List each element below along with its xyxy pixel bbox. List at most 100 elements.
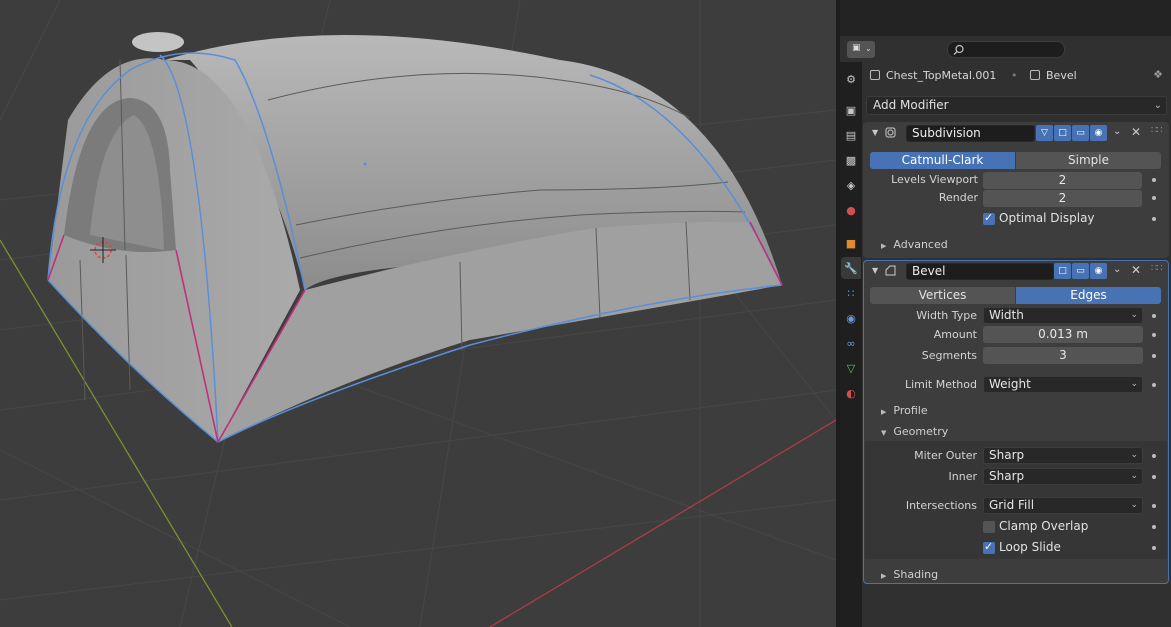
- expand-caret-icon: ▶: [881, 408, 887, 416]
- chevron-down-icon[interactable]: ⌄: [1113, 126, 1121, 137]
- amount-field[interactable]: 0.013 m: [983, 326, 1143, 343]
- shading-subpanel-header[interactable]: ▶ Shading: [881, 568, 938, 581]
- keyframe-dot[interactable]: [1152, 504, 1156, 508]
- tab-object-data[interactable]: ▽: [841, 357, 861, 379]
- tab-scene[interactable]: ◈: [841, 174, 861, 196]
- tab-particles[interactable]: ∷: [841, 282, 861, 304]
- edit-mode-toggle[interactable]: □: [1054, 125, 1071, 141]
- tab-physics[interactable]: ◉: [841, 307, 861, 329]
- tab-view-layer[interactable]: ▩: [841, 149, 861, 171]
- subdivision-name-field[interactable]: Subdivision: [906, 125, 1035, 142]
- viewport-toggle[interactable]: ▭: [1072, 125, 1089, 141]
- editor-type-button[interactable]: ▣ ⌄: [847, 41, 875, 58]
- collapse-caret-icon[interactable]: ▼: [872, 266, 878, 275]
- tab-material[interactable]: ◐: [841, 382, 861, 404]
- edit-mode-icon: □: [1058, 128, 1067, 138]
- object-data-icon: ▽: [846, 361, 856, 375]
- geometry-label: Geometry: [893, 425, 949, 438]
- keyframe-dot[interactable]: [1152, 475, 1156, 479]
- viewport-scene[interactable]: [0, 0, 836, 627]
- advanced-subpanel-header[interactable]: ▶ Advanced: [881, 238, 948, 251]
- catmull-clark-option[interactable]: Catmull-Clark: [870, 152, 1015, 169]
- viewport-toggle[interactable]: ▭: [1072, 263, 1089, 279]
- bevel-name-field[interactable]: Bevel: [906, 263, 1054, 280]
- 3d-viewport[interactable]: [0, 0, 836, 627]
- inner-miter-dropdown[interactable]: Sharp ⌄: [983, 468, 1143, 485]
- keyframe-dot[interactable]: [1152, 354, 1156, 358]
- clamp-overlap-label: Clamp Overlap: [999, 519, 1089, 533]
- levels-viewport-field[interactable]: 2: [983, 172, 1142, 189]
- tab-output[interactable]: ▤: [841, 124, 861, 146]
- optimal-display-checkbox[interactable]: [983, 211, 995, 225]
- subdivision-icon: [885, 127, 896, 138]
- close-icon[interactable]: ✕: [1131, 125, 1141, 139]
- segments-field[interactable]: 3: [983, 347, 1143, 364]
- tab-modifiers[interactable]: 🔧: [841, 257, 861, 279]
- close-icon[interactable]: ✕: [1131, 263, 1141, 277]
- object-icon: ■: [845, 236, 857, 250]
- tool-icon: ⚙: [846, 72, 856, 86]
- pin-icon[interactable]: ❖: [1153, 68, 1163, 81]
- mesh-chest-top-metal[interactable]: [47, 32, 783, 443]
- collapse-caret-icon: ▼: [881, 429, 887, 437]
- camera-icon: ◉: [1094, 266, 1103, 276]
- drag-handle-icon[interactable]: ∷∷: [1151, 125, 1163, 136]
- keyframe-dot[interactable]: [1152, 333, 1156, 337]
- scene-icon: ◈: [846, 178, 856, 192]
- on-cage-toggle[interactable]: ▽: [1036, 125, 1053, 141]
- chevron-down-icon: ⌄: [1130, 310, 1138, 320]
- clamp-overlap-checkbox[interactable]: [983, 521, 995, 533]
- keyframe-dot[interactable]: [1152, 196, 1156, 200]
- width-type-dropdown[interactable]: Width ⌄: [983, 307, 1143, 324]
- vertices-option[interactable]: Vertices: [870, 287, 1015, 304]
- tab-object[interactable]: ■: [841, 232, 861, 254]
- simple-option[interactable]: Simple: [1015, 152, 1161, 169]
- bevel-header[interactable]: ▼ Bevel □ ▭ ◉ ⌄ ✕ ∷∷: [864, 261, 1168, 283]
- amount-label: Amount: [933, 328, 977, 341]
- modifier-context-name: Bevel: [1046, 69, 1077, 82]
- loop-slide-label: Loop Slide: [999, 540, 1061, 554]
- miter-outer-value: Sharp: [989, 448, 1025, 462]
- add-modifier-button[interactable]: Add Modifier ⌄: [866, 96, 1167, 115]
- camera-icon: ◉: [1094, 128, 1103, 138]
- keyframe-dot[interactable]: [1152, 454, 1156, 458]
- tab-world[interactable]: ●: [841, 199, 861, 221]
- chevron-down-icon: ⌄: [1130, 500, 1138, 510]
- keyframe-dot[interactable]: [1152, 383, 1156, 387]
- chevron-down-icon[interactable]: ⌄: [1113, 264, 1121, 275]
- add-modifier-label: Add Modifier: [873, 98, 949, 112]
- edit-mode-toggle[interactable]: □: [1054, 263, 1071, 279]
- render-toggle[interactable]: ◉: [1090, 263, 1107, 279]
- keyframe-dot[interactable]: [1152, 217, 1156, 221]
- profile-subpanel-header[interactable]: ▶ Profile: [881, 404, 928, 417]
- geometry-subpanel-header[interactable]: ▼ Geometry: [881, 425, 948, 438]
- collapse-caret-icon[interactable]: ▼: [872, 128, 878, 137]
- keyframe-dot[interactable]: [1152, 525, 1156, 529]
- tab-constraints[interactable]: ∞: [841, 332, 861, 354]
- inner-miter-value: Sharp: [989, 469, 1025, 483]
- edges-option[interactable]: Edges: [1015, 287, 1161, 304]
- physics-icon: ◉: [846, 311, 856, 325]
- render-levels-field[interactable]: 2: [983, 190, 1142, 207]
- render-toggle[interactable]: ◉: [1090, 125, 1107, 141]
- loop-slide-checkbox[interactable]: [983, 540, 995, 554]
- breadcrumb-object: Chest_TopMetal.001: [870, 69, 996, 82]
- x-axis-line: [489, 419, 836, 627]
- render-levels-label: Render: [938, 191, 978, 204]
- breadcrumb-separator: •: [1011, 69, 1018, 82]
- limit-method-dropdown[interactable]: Weight ⌄: [983, 376, 1143, 393]
- properties-topbar: [840, 0, 1171, 36]
- subdivision-header[interactable]: ▼ Subdivision ▽ □ ▭ ◉ ⌄ ✕ ∷∷: [863, 122, 1169, 144]
- miter-outer-dropdown[interactable]: Sharp ⌄: [983, 447, 1143, 464]
- miter-outer-label: Miter Outer: [914, 449, 977, 462]
- intersections-dropdown[interactable]: Grid Fill ⌄: [983, 497, 1143, 514]
- modifier-properties: Chest_TopMetal.001 • Bevel ❖ Add Modifie…: [862, 62, 1171, 627]
- keyframe-dot[interactable]: [1152, 314, 1156, 318]
- keyframe-dot[interactable]: [1152, 178, 1156, 182]
- intersections-value: Grid Fill: [989, 498, 1035, 512]
- keyframe-dot[interactable]: [1152, 546, 1156, 550]
- tab-tool[interactable]: ⚙: [841, 68, 861, 90]
- tab-render[interactable]: ▣: [841, 99, 861, 121]
- drag-handle-icon[interactable]: ∷∷: [1151, 263, 1163, 274]
- search-input[interactable]: [947, 41, 1065, 58]
